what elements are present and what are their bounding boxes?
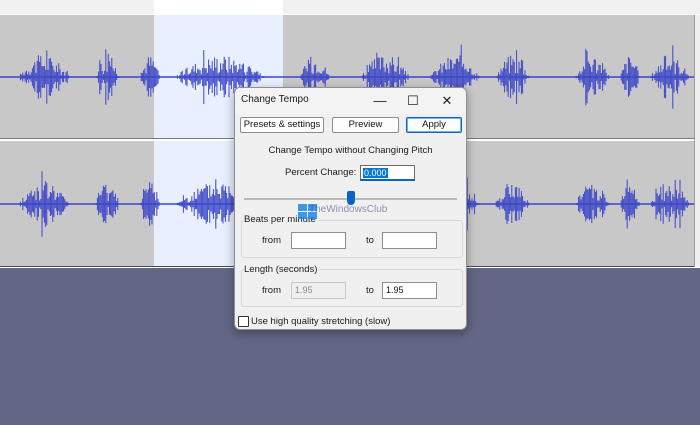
dialog-heading: Change Tempo without Changing Pitch <box>268 145 433 156</box>
ruler-selection <box>154 0 283 14</box>
length-to-input[interactable]: 1.95 <box>382 282 437 299</box>
slider-thumb[interactable] <box>346 191 355 205</box>
dialog-titlebar[interactable]: Change Tempo — ☐ ✕ <box>235 88 466 114</box>
presets-settings-button[interactable]: Presets & settings <box>240 117 324 133</box>
high-quality-checkbox[interactable] <box>238 316 249 327</box>
watermark-text: TheWindowsClub <box>309 204 388 215</box>
percent-change-input[interactable]: 0.000 <box>360 165 415 181</box>
timeline-ruler[interactable] <box>0 0 700 14</box>
percent-change-value: 0.000 <box>363 168 388 178</box>
high-quality-label[interactable]: Use high quality stretching (slow) <box>251 316 390 327</box>
length-from-field: 1.95 <box>291 282 346 299</box>
close-icon[interactable]: ✕ <box>439 93 455 109</box>
length-from-label: from <box>262 285 281 296</box>
minimize-icon[interactable]: — <box>372 93 388 109</box>
length-seconds-title: Length (seconds) <box>244 264 320 275</box>
dialog-title: Change Tempo <box>241 94 309 105</box>
percent-change-label: Percent Change: <box>285 167 357 178</box>
bpm-from-input[interactable] <box>291 232 346 249</box>
preview-button[interactable]: Preview <box>332 117 399 133</box>
maximize-icon[interactable]: ☐ <box>405 93 421 109</box>
apply-button[interactable]: Apply <box>406 117 462 133</box>
bpm-to-label: to <box>366 235 374 246</box>
bpm-from-label: from <box>262 235 281 246</box>
bpm-to-input[interactable] <box>382 232 437 249</box>
vertical-scrollbar[interactable] <box>694 15 700 267</box>
length-to-label: to <box>366 285 374 296</box>
